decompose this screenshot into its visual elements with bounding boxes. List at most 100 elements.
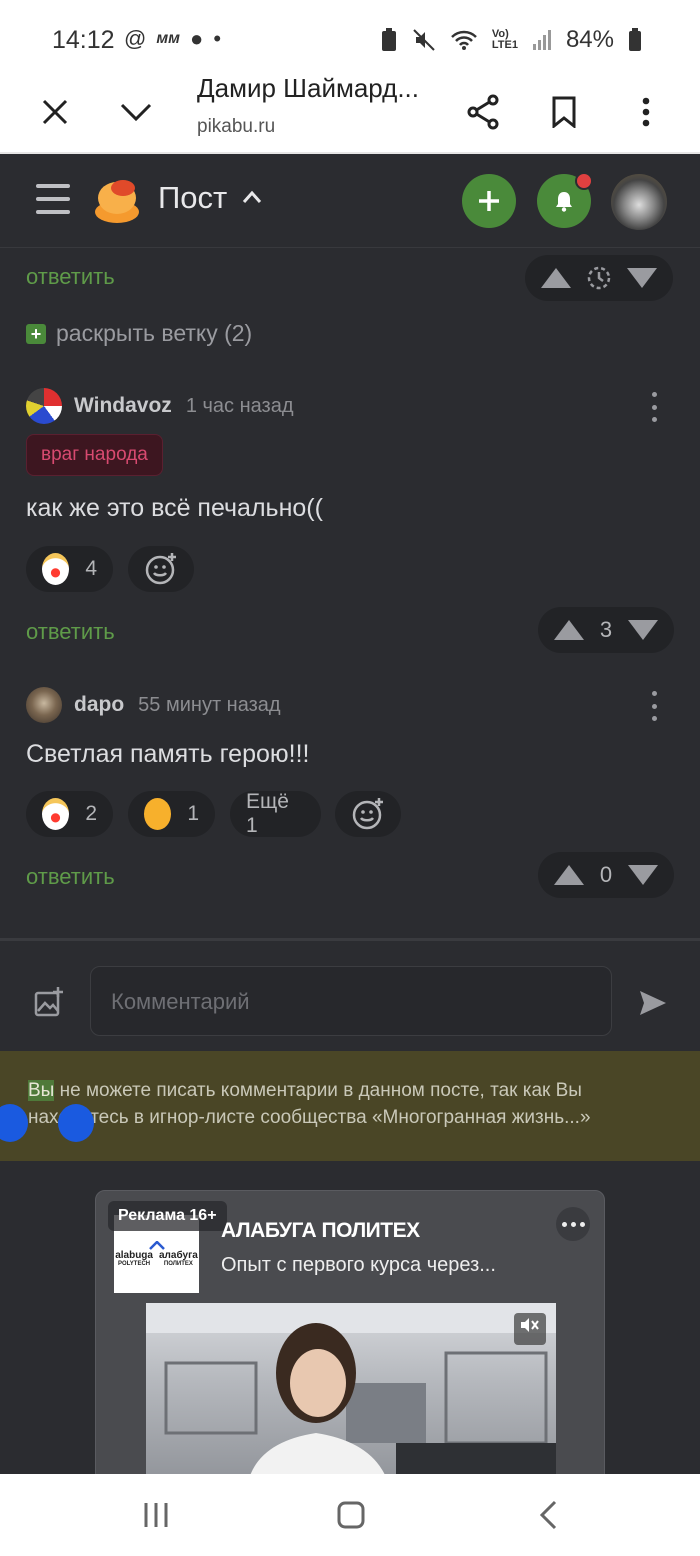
dot-icon: • [213,26,222,51]
author-name[interactable]: dapo [74,693,124,717]
reaction-clown[interactable]: 4 [26,546,113,592]
notification-dot [575,172,593,190]
app-header: Пост [0,154,700,248]
bell-icon [556,192,572,212]
pikabu-logo-icon[interactable] [92,176,142,224]
ad-subtitle: Опыт с первого курса через... [221,1254,496,1276]
back-icon[interactable] [538,1499,558,1531]
avatar[interactable] [26,388,62,424]
logo-chevron-icon [148,1241,165,1250]
expand-thread-link[interactable]: + раскрыть ветку (2) [26,320,252,347]
system-icons: Vo) LTE1 84% [380,26,642,54]
clown-emoji-icon [42,553,70,585]
downvote-icon[interactable] [627,268,657,288]
add-reaction-button[interactable] [128,546,194,592]
minimize-button[interactable] [108,84,164,140]
comment-time: 1 час назад [185,394,294,417]
status-time: 14:12 [52,26,115,54]
more-reactions-button[interactable]: Ещё 1 [230,790,321,837]
reaction-count: 2 [85,802,97,825]
ad-menu-button[interactable] [556,1207,590,1241]
home-icon[interactable] [337,1501,365,1529]
ad-section: alabuga POLYTECH алабуга ПОЛИТЕХ Реклама 1… [0,1161,700,1474]
logo-text: alabuga [115,1250,153,1261]
wifi-icon [450,30,477,50]
vote-widget: 0 [538,852,674,898]
rating-value: 0 [599,862,613,887]
notifications-button[interactable] [537,172,593,228]
expand-plus-icon: + [26,323,46,344]
at-icon: @ [124,26,147,51]
upvote-icon[interactable] [541,268,571,288]
comment-author: Windavoz 1 час назад [26,388,294,424]
reaction-count: 1 [187,802,199,825]
ad-video[interactable] [146,1303,556,1474]
reply-link[interactable]: ответить [26,619,115,645]
mute-video-button[interactable] [514,1313,546,1345]
signal-icon [532,30,551,50]
upvote-icon[interactable] [554,620,584,640]
reply-link[interactable]: ответить [26,264,115,290]
mm-icon: ᴍᴍ [156,30,181,47]
share-icon [467,94,499,130]
comment-menu-button[interactable] [648,392,660,422]
reply-link[interactable]: ответить [26,864,115,890]
ignore-list-notice: Вы не можете писать комментарии в данном… [0,1051,700,1161]
author-name[interactable]: Windavoz [74,394,172,418]
user-avatar[interactable] [611,174,667,230]
text-selection-handle-right[interactable] [58,1104,94,1142]
volte-icon: Vo) LTE1 [491,28,518,51]
bookmark-button[interactable] [536,84,592,140]
ad-label: Реклама 16+ [108,1201,227,1231]
upvote-icon[interactable] [554,865,584,885]
comment-text: Светлая память герою!!! [26,740,310,768]
battery-level: 84% [565,26,614,53]
facepalm-emoji-icon [144,798,172,830]
chevron-up-icon[interactable] [242,190,262,204]
more-options-button[interactable] [618,84,674,140]
bookmark-icon [552,96,576,128]
avatar[interactable] [26,687,62,723]
expand-thread-label: раскрыть ветку (2) [56,320,253,346]
attach-image-icon[interactable] [34,987,64,1017]
reaction-facepalm[interactable]: 1 [128,791,215,837]
battery-icon [629,28,641,51]
clown-emoji-icon [42,798,70,830]
downvote-icon[interactable] [628,865,658,885]
speaker-mute-icon [521,1318,539,1332]
vote-widget: 3 [538,607,674,653]
comment-time: 55 минут назад [138,693,281,716]
post-title[interactable]: Пост [158,180,227,216]
share-button[interactable] [455,84,511,140]
rating-value: 3 [599,617,613,642]
notification-icons: @ ᴍᴍ ● • [124,26,221,52]
page-url[interactable]: pikabu.ru [197,116,275,138]
status-bar: 14:12 @ ᴍᴍ ● • Vo) LTE1 84% [0,0,700,78]
system-nav-bar [0,1474,700,1556]
add-post-button[interactable] [462,174,516,228]
comment-text: как же это всё печально(( [26,494,323,522]
mute-icon [413,29,435,51]
reaction-clown[interactable]: 2 [26,791,113,837]
timer-icon [587,266,611,290]
close-tab-button[interactable] [27,84,83,140]
downvote-icon[interactable] [628,620,658,640]
ad-card[interactable]: alabuga POLYTECH алабуга ПОЛИТЕХ Реклама 1… [95,1190,605,1474]
vote-widget [525,255,673,301]
ad-brand-name: АЛАБУГА ПОЛИТЕХ [221,1219,420,1242]
send-icon[interactable] [638,989,668,1017]
close-icon [42,99,68,125]
comment-menu-button[interactable] [648,691,660,721]
comment-input[interactable]: Комментарий [90,966,612,1036]
add-reaction-icon [352,798,383,830]
menu-button[interactable] [36,184,70,216]
chat-bubble-icon: ● [190,26,204,51]
browser-toolbar: Дамир Шаймард... pikabu.ru [0,73,700,154]
logo-text: алабуга [158,1250,198,1261]
chevron-down-icon [120,103,152,122]
comment-author: dapo 55 минут назад [26,687,281,723]
add-reaction-button[interactable] [335,791,401,837]
comment-composer: Комментарий [0,941,700,1051]
recent-apps-icon[interactable] [142,1501,170,1529]
pikabu-app: Пост ответить + раскрыть ветку (2) Winda… [0,154,700,1474]
